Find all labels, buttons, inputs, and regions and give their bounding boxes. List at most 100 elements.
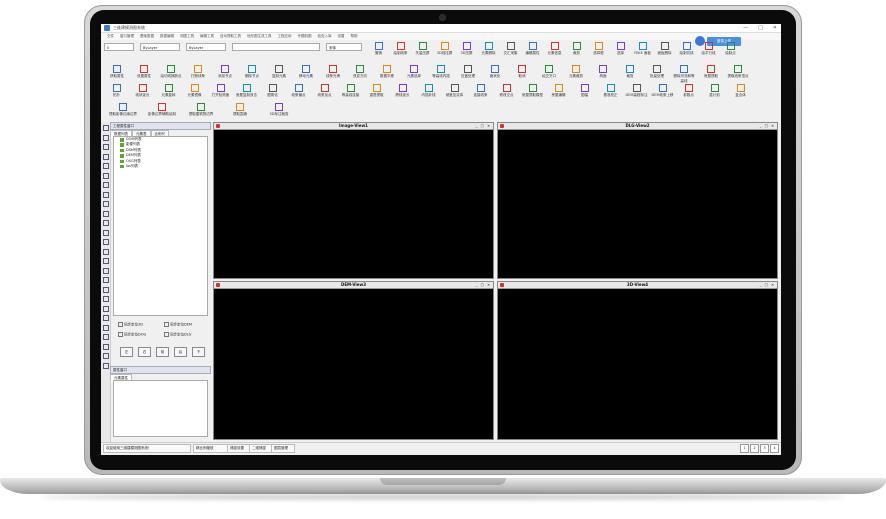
side-tool-button[interactable] (102, 248, 109, 255)
side-tool-button[interactable] (102, 134, 109, 141)
tool-button[interactable]: 撤销 (369, 41, 388, 57)
side-tool-button[interactable] (102, 267, 109, 274)
tool-button[interactable]: 元素旋转 (157, 83, 180, 99)
tool-button[interactable]: 坡度至实体 (443, 83, 466, 99)
tool-button[interactable]: 基准校正 (599, 83, 622, 99)
tool-button[interactable]: DEM高程标注 (625, 83, 648, 99)
tool-button[interactable]: 裁剪 (567, 41, 586, 57)
tool-button[interactable]: 房屋提取 (699, 64, 723, 80)
maximize-button[interactable]: □ (758, 25, 763, 31)
side-tool-button[interactable] (102, 153, 109, 160)
tool-button[interactable]: 选择 (611, 41, 630, 57)
menu-item[interactable]: 自动提取工具 (220, 34, 241, 38)
tool-button[interactable]: 复合体 (729, 83, 752, 99)
sync-3d-checkbox[interactable]: 同步定位3D (118, 322, 143, 328)
tool-button[interactable]: 绘平行线 (699, 41, 718, 57)
menu-item[interactable]: 工程应用 (278, 34, 292, 38)
side-tool-button[interactable] (102, 258, 109, 264)
tool-button[interactable]: 复制元素 (267, 64, 291, 80)
side-tool-button[interactable] (102, 324, 109, 331)
side-tool-button[interactable] (102, 362, 109, 369)
nav-left-button[interactable]: 左 (120, 347, 133, 357)
tool-button[interactable]: 拓扑 (105, 83, 128, 99)
tool-button[interactable]: 房屋编辑 (547, 83, 570, 99)
tool-button[interactable]: 取消 (510, 64, 534, 80)
layer-select-1[interactable]: ByLayer (140, 43, 180, 51)
page-4-button[interactable]: 4 (770, 444, 779, 453)
tool-button[interactable]: 元素选择 (402, 64, 426, 80)
nav-down-button[interactable]: 下 (192, 347, 205, 357)
side-tool-button[interactable] (102, 229, 109, 236)
tool-button[interactable]: FEKE 面板 (633, 41, 652, 57)
tool-button[interactable]: 线状延长 (131, 83, 154, 99)
side-tool-button[interactable] (102, 182, 109, 188)
minimize-button[interactable]: — (743, 25, 748, 31)
side-tool-button[interactable] (102, 239, 109, 245)
tool-button[interactable]: 影像边界辅助绘制 (144, 102, 180, 118)
tool-button[interactable]: 参数点 (677, 83, 700, 99)
tool-button[interactable]: 编辑属性 (523, 41, 542, 57)
side-tool-button[interactable] (102, 191, 109, 198)
font-select[interactable]: 宋体 (326, 43, 362, 51)
menu-item[interactable]: 窗口管理 (120, 34, 134, 38)
layer-manager-button[interactable]: 图层管理 (271, 444, 295, 453)
tool-button[interactable]: 图幅 (573, 83, 596, 99)
tool-button[interactable]: 设置属性 (132, 64, 156, 80)
menu-item[interactable]: 测图工具 (180, 34, 194, 38)
tool-button[interactable]: 绘制点 (721, 41, 740, 57)
tool-button[interactable]: 面板删除 (655, 41, 674, 57)
tool-button[interactable]: 元素镜像 (183, 83, 206, 99)
tool-button[interactable]: 重计划 (703, 83, 726, 99)
close-button[interactable]: ✕ (773, 25, 777, 31)
menu-item[interactable]: 编辑工具 (200, 34, 214, 38)
tool-button[interactable]: 等高线连接 (339, 83, 362, 99)
sync-dem-checkbox[interactable]: 同步定位DEM (164, 322, 192, 328)
2d-snap-button[interactable]: 二维捕捉 (249, 444, 273, 453)
code-select[interactable] (232, 43, 320, 51)
menu-item[interactable]: 基础数据 (140, 34, 154, 38)
dem-view[interactable]: DEM-View3 _ □ ✕ (213, 281, 494, 440)
view-controls[interactable]: _ □ ✕ (476, 282, 491, 288)
tool-button[interactable]: 元素裁剪 (564, 64, 588, 80)
image-view[interactable]: Image-View1 _ □ ✕ (213, 122, 494, 279)
tool-button[interactable]: 3D标注裁剪 (261, 102, 297, 118)
tool-button[interactable]: 打开检测面 (209, 83, 232, 99)
side-tool-button[interactable] (102, 305, 109, 312)
view-controls[interactable]: _ □ ✕ (476, 123, 491, 129)
tool-button[interactable]: 绘制切线 (677, 41, 696, 57)
side-tool-button[interactable] (102, 144, 109, 150)
tool-button[interactable]: 绘交叉口 (537, 64, 561, 80)
side-tool-button[interactable] (102, 210, 109, 217)
tool-button[interactable]: 批量处理 (645, 64, 669, 80)
side-tool-button[interactable] (102, 163, 109, 169)
page-1-button[interactable]: 1 (740, 444, 749, 453)
tool-button[interactable]: 跨线延长 (391, 83, 414, 99)
sync-dog-checkbox[interactable]: 同步定位DOG (118, 332, 146, 338)
side-tool-button[interactable] (102, 296, 109, 302)
sync-dlg-checkbox[interactable]: 同步定位DLG (164, 332, 191, 338)
snap-settings-button[interactable]: 捕捉设置 (227, 444, 251, 453)
tool-button[interactable]: DEM线条上移 (651, 83, 674, 99)
page-3-button[interactable]: 3 (760, 444, 769, 453)
tool-button[interactable]: 3D线压屏 (435, 41, 454, 57)
nav-back-button[interactable]: 后 (174, 347, 187, 357)
tool-button[interactable]: 面状化 (483, 64, 507, 80)
side-tool-button[interactable] (102, 315, 109, 321)
tool-button[interactable]: 房屋提取模型 (521, 83, 544, 99)
side-tool-button[interactable] (102, 286, 109, 293)
dlg-view[interactable]: DLG-View2 _ □ ✕ (497, 122, 778, 279)
tool-button[interactable]: 提取建筑物边界 (183, 102, 219, 118)
layer-number-select[interactable]: 0 (104, 43, 134, 51)
side-tool-button[interactable] (102, 277, 109, 283)
nav-right-button[interactable]: 右 (138, 347, 151, 357)
menu-item[interactable]: 检查入库 (318, 34, 332, 38)
tool-button[interactable]: 绘制线条 (391, 41, 410, 57)
menu-item[interactable]: 数据编辑 (160, 34, 174, 38)
menu-item[interactable]: 帮助 (351, 34, 358, 38)
menu-item[interactable]: 设置 (338, 34, 345, 38)
tool-button[interactable]: 3D压屏 (457, 41, 476, 57)
tool-button[interactable]: 数据平移 (375, 64, 399, 80)
tool-button[interactable]: 打断线条 (186, 64, 210, 80)
tool-button[interactable]: 线条加点 (313, 83, 336, 99)
tool-button[interactable]: 修改交点 (495, 83, 518, 99)
